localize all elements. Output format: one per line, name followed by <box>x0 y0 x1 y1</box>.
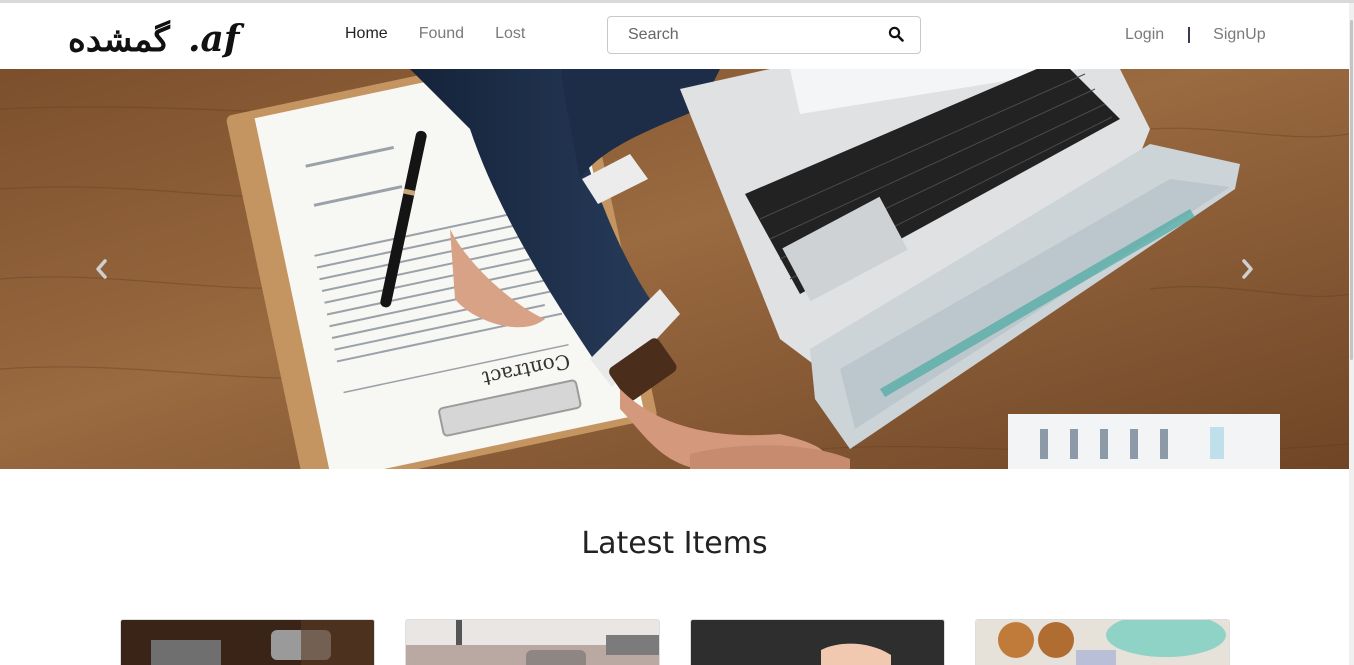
item-card[interactable] <box>405 619 660 665</box>
item-card[interactable] <box>120 619 375 665</box>
hero-image: Contract <box>0 69 1349 469</box>
nav-found-link[interactable]: Found <box>419 25 464 43</box>
search-input[interactable] <box>608 17 878 53</box>
chevron-left-icon[interactable] <box>81 249 121 289</box>
latest-items-title: Latest Items <box>581 526 768 561</box>
auth-separator <box>1188 27 1191 43</box>
logo-latin-text: .af <box>188 18 245 60</box>
scrollbar-thumb[interactable] <box>1350 20 1353 360</box>
chevron-right-icon[interactable] <box>1228 249 1268 289</box>
nav-lost-link[interactable]: Lost <box>495 25 525 43</box>
search-box <box>607 16 921 54</box>
logo-wordmark: گمشده .af <box>68 18 245 60</box>
nav-home-link[interactable]: Home <box>345 25 388 43</box>
item-card[interactable] <box>690 619 945 665</box>
item-card-image <box>691 620 944 665</box>
item-card[interactable] <box>975 619 1230 665</box>
site-logo[interactable]: گمشده .af <box>66 13 246 63</box>
search-icon[interactable] <box>888 26 906 44</box>
auth-links: Login SignUp <box>1125 26 1266 44</box>
navbar: گمشده .af Home Found Lost Login SignUp <box>0 3 1354 69</box>
logo-arabic-text: گمشده <box>68 19 171 60</box>
signup-link[interactable]: SignUp <box>1213 26 1265 44</box>
login-link[interactable]: Login <box>1125 26 1164 44</box>
item-card-image <box>976 620 1229 665</box>
item-card-image <box>121 620 374 665</box>
item-card-image <box>406 620 659 665</box>
hero-carousel: Contract <box>0 69 1349 469</box>
main-nav: Home Found Lost <box>345 25 525 43</box>
